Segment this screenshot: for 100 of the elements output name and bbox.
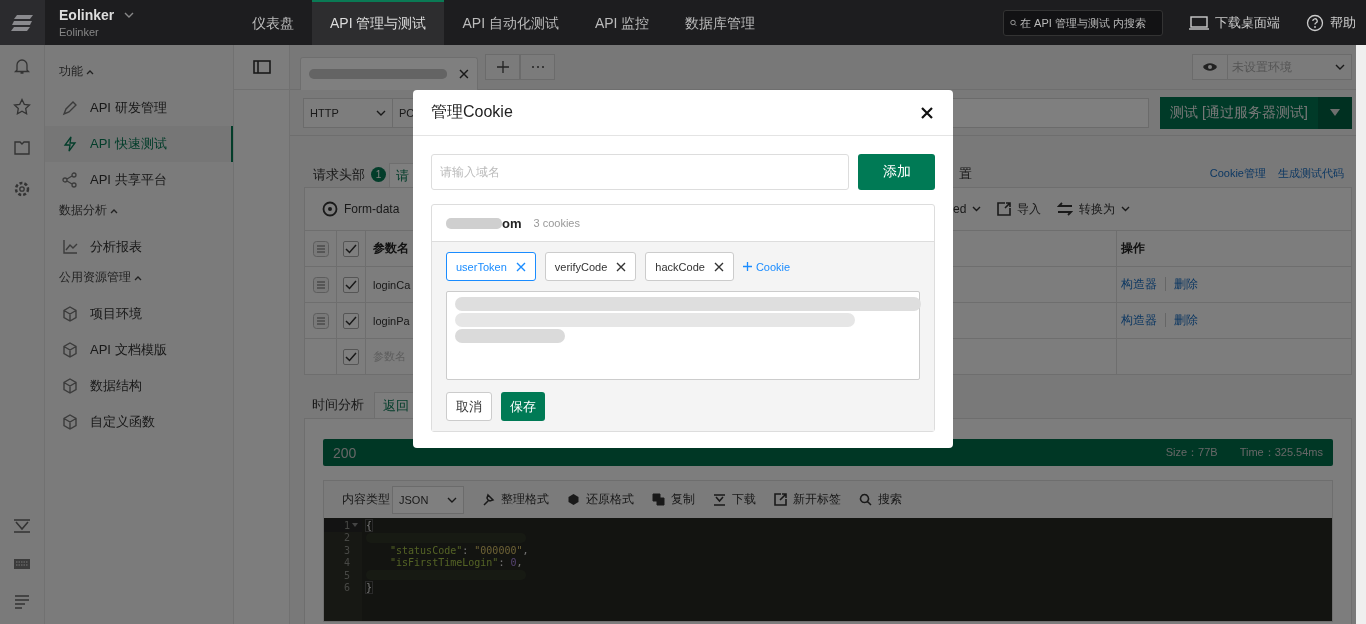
bolt-icon [62,136,78,152]
sidebar-item[interactable]: API 共享平台 [45,162,233,198]
chart-icon [62,239,78,255]
wand-icon [482,493,495,506]
help-link[interactable]: 帮助 [1306,13,1356,32]
sidebar-item[interactable]: API 快速测试 [45,126,233,162]
column-header: 操作 [1121,241,1145,255]
add-button[interactable]: 添加 [858,154,935,190]
nav-tab[interactable]: API 管理与测试 [312,0,445,45]
workspace-name[interactable]: Eolinker [59,7,115,23]
blurred-text [446,215,502,231]
response-tab[interactable]: 时间分析 [304,392,374,418]
close-icon[interactable] [616,261,627,272]
checkbox[interactable] [343,240,359,257]
keyboard-icon[interactable] [13,557,31,571]
drag-handle-icon[interactable] [312,276,329,293]
section-header[interactable]: 数据分析 [45,202,233,229]
download-icon[interactable] [13,518,31,534]
sidebar-item[interactable]: 项目环境 [45,296,233,332]
protocol-select[interactable]: HTTP [303,97,393,128]
add-tab-button[interactable] [485,54,520,80]
sidebar-item[interactable]: 数据结构 [45,368,233,404]
checkbox[interactable] [343,312,359,329]
drag-handle-icon[interactable] [312,312,329,329]
nav-tab[interactable]: 仪表盘 [234,0,312,45]
cookie-tag[interactable]: verifyCode [544,252,637,281]
caret-icon [110,207,118,214]
book-icon[interactable] [13,139,31,157]
status-code: 200 [333,444,357,461]
section-header[interactable]: 公用资源管理 [45,269,233,296]
copy-icon [652,493,665,506]
star-icon[interactable] [13,98,31,116]
section-header[interactable]: 功能 [45,63,233,90]
sidebar-item[interactable]: 分析报表 [45,229,233,265]
params-tab-label[interactable]: 置 [959,165,972,187]
chevron-down-icon[interactable] [124,12,135,18]
response-tool-button[interactable]: 复制 [652,491,695,508]
content-type-select[interactable]: JSON [392,485,464,514]
params-tab[interactable]: 请求头部 [304,163,367,187]
table-cell: loginPa [373,314,410,327]
download-icon [713,493,726,506]
download-desktop-link[interactable]: 下载桌面端 [1189,13,1280,32]
fold-arrow-icon[interactable] [352,523,358,528]
add-cookie-link[interactable]: Cookie [742,260,791,273]
sidebar-item[interactable]: 自定义函数 [45,404,233,440]
cookie-tag[interactable]: userToken [446,252,536,281]
cookie-value-field[interactable] [446,291,920,380]
nav-tab[interactable]: API 自动化测试 [444,0,577,45]
row-action-link[interactable]: 构造器 [1121,313,1165,327]
option-dropdown[interactable]: ed [953,202,982,216]
close-icon[interactable] [713,261,724,272]
send-button[interactable]: 测试 [通过服务器测试] [1160,96,1318,129]
code-line: { [366,519,373,531]
logo-icon[interactable] [0,0,45,45]
convert-dropdown[interactable]: 转换为 [1057,200,1131,218]
body-type-radio[interactable]: Form-data [322,201,400,217]
save-button[interactable]: 保存 [501,392,545,421]
sidebar-toggle-icon[interactable] [252,60,271,74]
response-tool-button[interactable]: 新开标签 [774,491,841,508]
list-icon[interactable] [14,594,30,610]
nav-tab[interactable]: API 监控 [576,0,668,45]
checkbox[interactable] [343,348,359,365]
plus-icon [496,61,509,73]
row-action-link[interactable]: 删除 [1165,277,1206,291]
settings-icon[interactable] [13,180,31,198]
response-tool-button[interactable]: 下载 [713,491,756,508]
plus-icon [742,262,752,271]
checkbox[interactable] [343,276,359,293]
row-action-link[interactable]: 构造器 [1121,277,1165,291]
external-link-icon [774,493,787,506]
close-icon[interactable] [921,106,933,119]
search-icon [859,493,872,506]
sidebar-item[interactable]: API 文档模版 [45,332,233,368]
row-action-link[interactable]: 删除 [1165,313,1206,327]
cookie-tag[interactable]: hackCode [645,252,734,281]
count-badge: 1 [371,167,386,182]
share-icon [62,172,78,188]
response-tool-button[interactable]: 还原格式 [567,491,634,508]
help-icon [1306,13,1324,32]
search-field[interactable]: 在 API 管理与测试 内搜索 [1003,9,1163,36]
response-tool-button[interactable]: 搜索 [859,491,902,508]
code-line: "statusCode": "000000", [390,544,529,556]
header-link[interactable]: Cookie管理 [1209,166,1266,187]
bell-icon[interactable] [13,57,31,75]
code-line: } [366,582,373,594]
nav-tab[interactable]: 数据库管理 [667,0,774,45]
caret-icon [134,274,142,281]
chevron-down-icon [1335,64,1345,70]
send-dropdown-button[interactable] [1318,96,1352,129]
drag-handle-icon[interactable] [312,240,329,257]
box-arrow-icon [997,202,1012,216]
sidebar-item[interactable]: API 研发管理 [45,90,233,126]
pencil-icon [62,100,78,116]
cancel-button[interactable]: 取消 [446,392,492,421]
import-button[interactable]: 导入 [997,200,1042,218]
response-tool-button[interactable]: 整理格式 [482,491,549,508]
domain-input[interactable]: 请输入域名 [431,154,849,190]
cookie-count: 3 cookies [533,217,580,229]
cube-icon [62,306,78,322]
header-link[interactable]: 生成测试代码 [1278,166,1344,187]
